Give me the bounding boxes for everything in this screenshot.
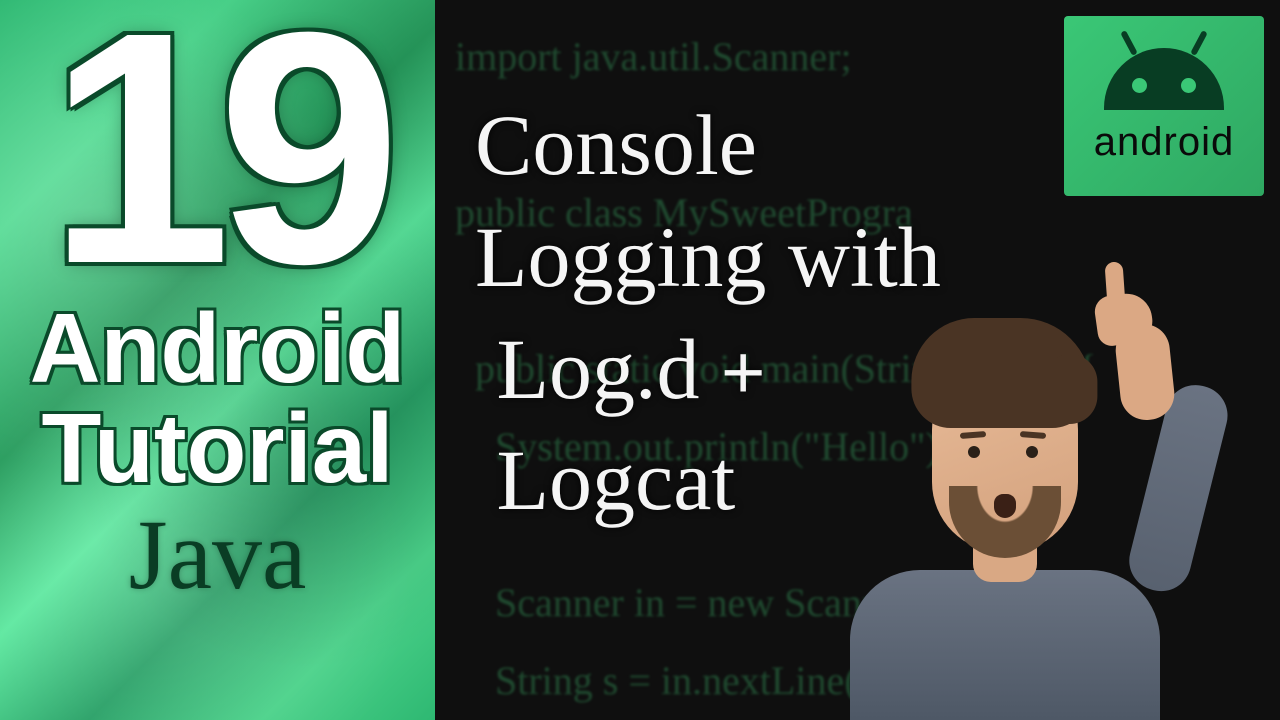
plus-icon: + (721, 330, 765, 415)
series-name-line1: Android (30, 299, 406, 397)
presenter-portrait (840, 330, 1170, 720)
title-line-1: Console (475, 90, 941, 202)
left-panel: 19 Android Tutorial Java (0, 0, 435, 720)
video-thumbnail: 19 Android Tutorial Java import java.uti… (0, 0, 1280, 720)
android-badge-label: android (1094, 120, 1234, 165)
language-label: Java (129, 505, 307, 605)
episode-number: 19 (48, 8, 387, 289)
android-badge: android (1064, 16, 1264, 196)
right-panel: import java.util.Scanner; public class M… (435, 0, 1280, 720)
title-line-2: Logging with (475, 202, 941, 314)
android-robot-icon (1104, 48, 1224, 110)
series-name-line2: Tutorial (41, 397, 393, 500)
